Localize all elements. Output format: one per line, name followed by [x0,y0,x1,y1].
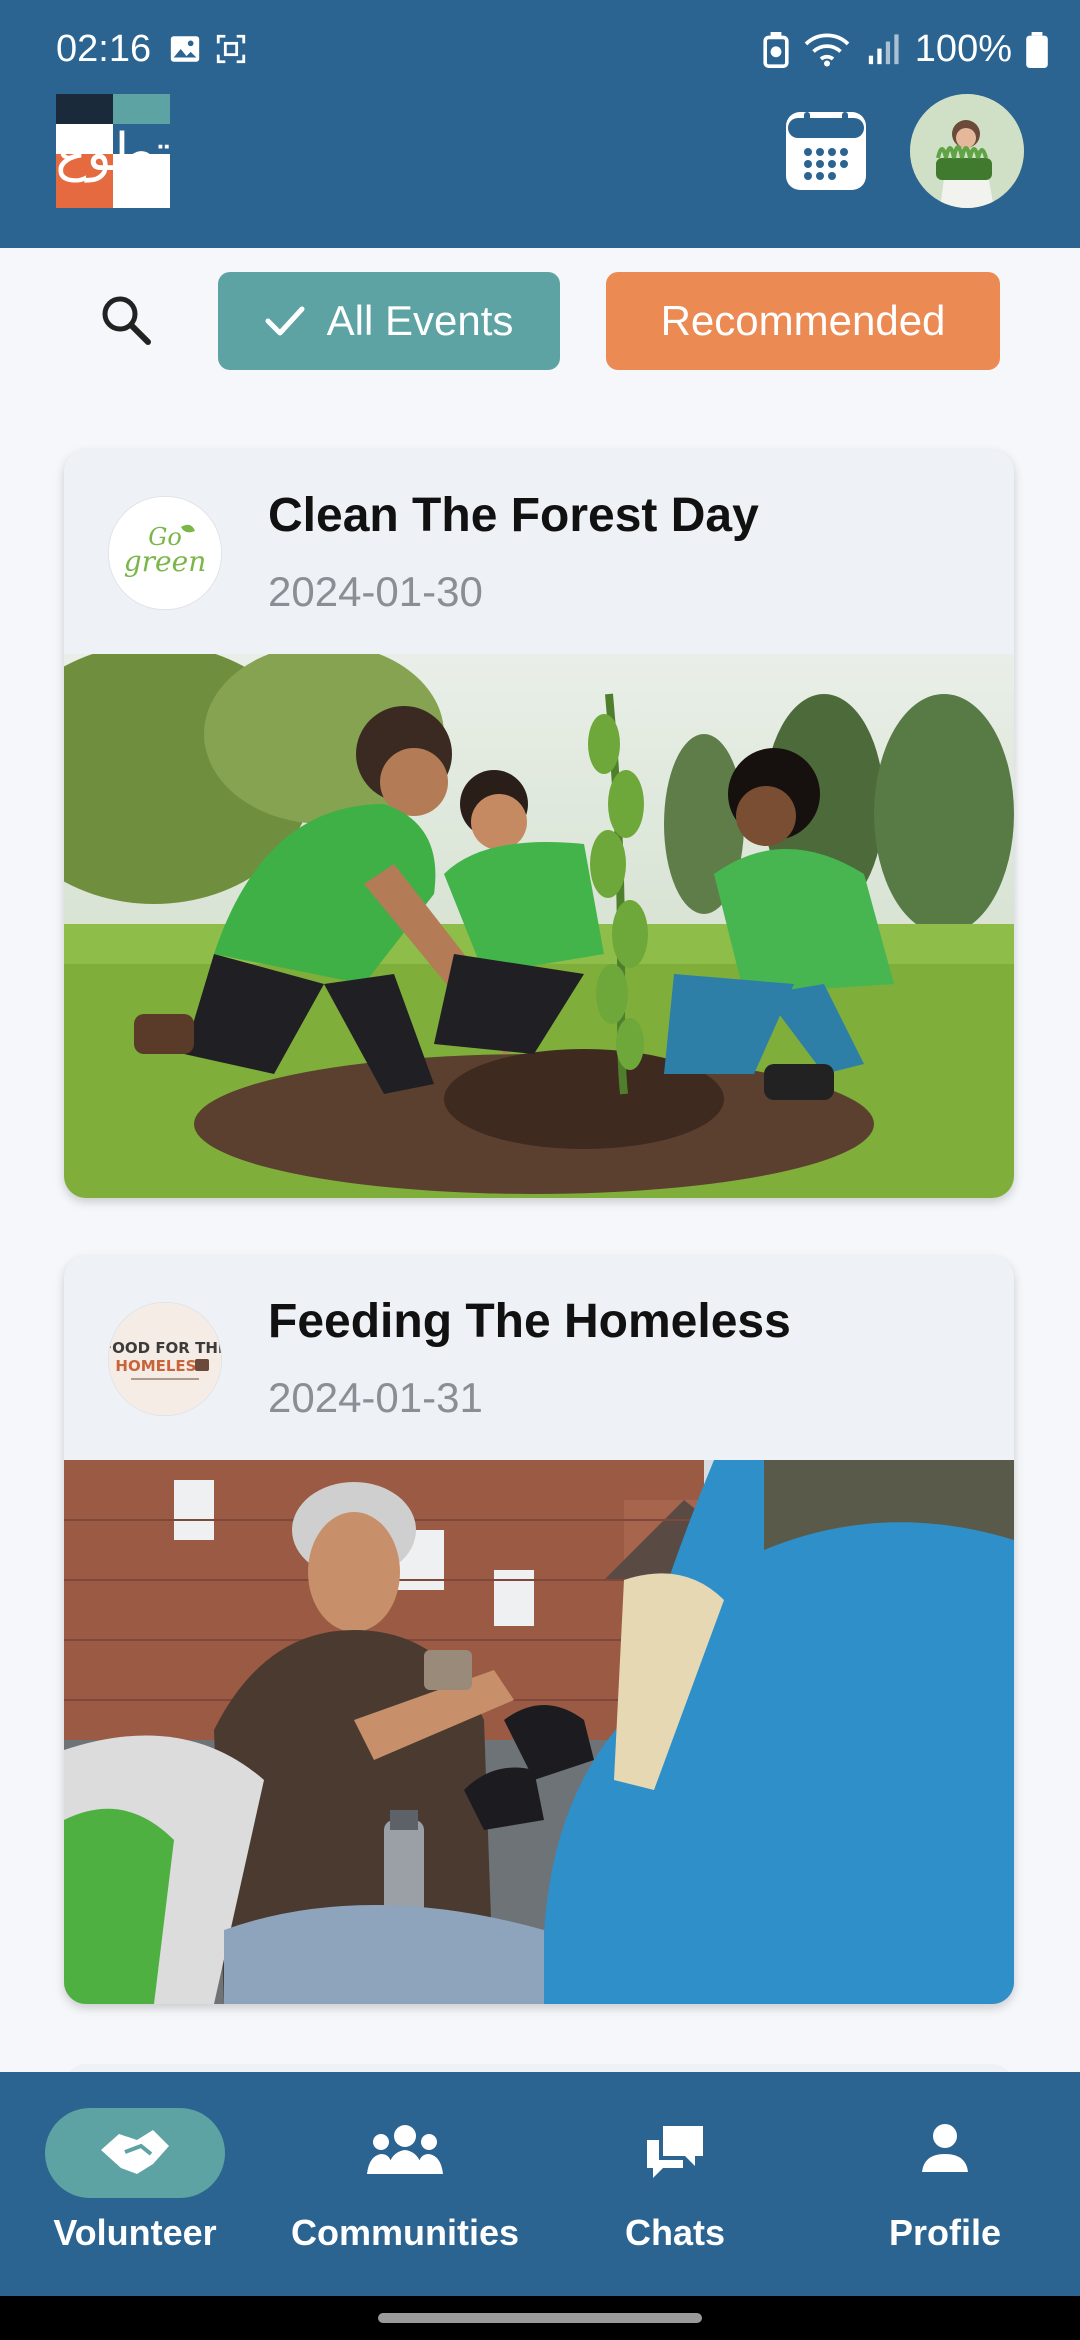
nav-chats-label: Chats [624,2212,726,2253]
event-card-header: FOOD FOR THE HOMELESS Feeding The Homele… [64,1256,1014,1460]
chat-bubbles-icon [647,2126,703,2178]
avatar-photo [910,94,1024,208]
calendar-icon [788,112,864,188]
event-title: Clean The Forest Day [268,489,759,542]
org-logo: Go green [108,496,222,610]
logo-text: تطوع [56,123,170,183]
svg-text:HOMELESS: HOMELESS [115,1357,206,1375]
event-photo [64,1460,1014,2004]
svg-text:green: green [124,545,206,578]
nav-chats[interactable]: Chats [540,2072,810,2296]
event-title: Feeding The Homeless [268,1295,791,1348]
calendar-button[interactable] [786,112,866,190]
go-green-logo: Go green [109,497,221,609]
home-gesture-bar[interactable] [378,2313,702,2323]
wifi-icon [804,33,850,66]
event-date: 2024-01-31 [268,1374,483,1421]
signal-icon [868,33,899,64]
bottom-nav: Volunteer Communities Chats Profile [0,2072,1080,2296]
all-events-label: All Events [326,297,514,344]
svg-text:FOOD FOR THE: FOOD FOR THE [109,1339,221,1357]
nav-volunteer[interactable]: Volunteer [0,2072,270,2296]
event-card[interactable]: Go green Clean The Forest Day 2024-01-30 [64,450,1014,1198]
recommended-label: Recommended [660,297,946,344]
nav-communities[interactable]: Communities [270,2072,540,2296]
app-header: 02:16 100% تطوع [0,0,1080,248]
status-bar: 02:16 100% [0,0,1080,100]
battery-icon [1026,31,1048,68]
nav-communities-label: Communities [290,2212,520,2253]
nav-volunteer-label: Volunteer [53,2212,217,2253]
app-logo: تطوع [56,94,170,208]
user-avatar[interactable] [910,94,1024,208]
event-card[interactable]: FOOD FOR THE HOMELESS Feeding The Homele… [64,1256,1014,2004]
handshake-icon [101,2130,169,2174]
nav-profile-label: Profile [888,2212,1002,2253]
status-time: 02:16 [56,28,152,70]
all-events-chip[interactable]: All Events [218,272,560,370]
gallery-icon [170,36,200,62]
check-icon [265,306,305,336]
event-date: 2024-01-30 [268,568,483,615]
event-card-header: Go green Clean The Forest Day 2024-01-30 [64,450,1014,654]
search-icon[interactable] [96,290,156,350]
org-logo: FOOD FOR THE HOMELESS [108,1302,222,1416]
screenshot-icon [216,34,246,64]
battery-percent: 100% [914,28,1012,70]
group-icon [367,2125,443,2174]
battery-saver-icon [763,31,789,68]
nav-profile[interactable]: Profile [810,2072,1080,2296]
food-for-homeless-logo: FOOD FOR THE HOMELESS [109,1303,221,1415]
person-icon [922,2124,968,2172]
recommended-chip[interactable]: Recommended [606,272,1000,370]
status-right: 100% [763,28,1048,71]
event-photo [64,654,1014,1198]
